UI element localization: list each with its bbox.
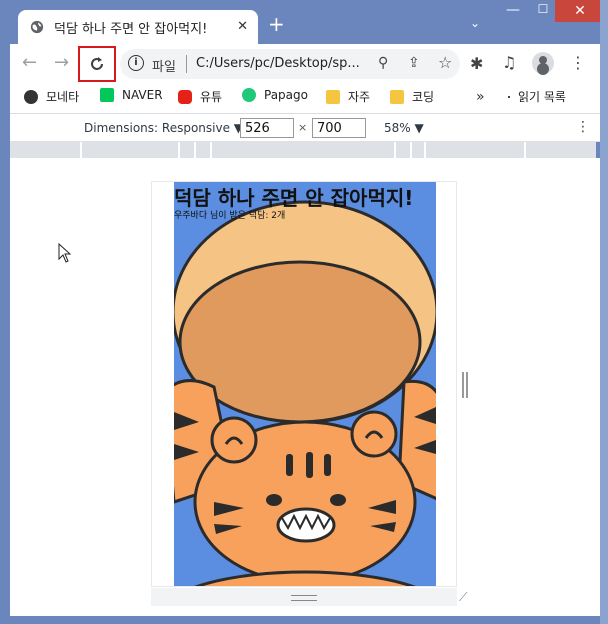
browser-window: 덕담 하나 주면 안 잡아먹지! ✕ + ⌄ — ☐ ✕ ← → i 파일 C:… <box>0 0 608 624</box>
tab-title: 덕담 하나 주면 안 잡아먹지! <box>54 21 208 37</box>
more-bookmarks-chevron-icon[interactable]: » <box>476 89 485 105</box>
page-title: 덕담 하나 주면 안 잡아먹지! <box>174 186 414 210</box>
viewport-height-input[interactable] <box>312 118 366 138</box>
device-toolbar-more-icon[interactable]: ⋮ <box>576 119 590 135</box>
zoom-select[interactable]: 58% ▼ <box>384 121 424 135</box>
resize-corner-icon[interactable]: ⟋ <box>459 590 467 605</box>
bookmark-item[interactable]: 유튜 <box>178 88 222 105</box>
media-query-ruler[interactable] <box>10 142 596 158</box>
times-sign: × <box>298 121 308 134</box>
title-bar: 덕담 하나 주면 안 잡아먹지! ✕ + ⌄ — ☐ ✕ <box>0 0 608 44</box>
bookmark-item[interactable]: NAVER <box>100 88 163 102</box>
back-arrow-icon[interactable]: ← <box>22 52 37 73</box>
omnibox-divider <box>186 55 187 73</box>
globe-icon <box>24 89 38 104</box>
folder-icon <box>390 89 404 104</box>
viewport-width-input[interactable] <box>240 118 294 138</box>
resize-handle-right[interactable] <box>462 372 468 398</box>
tiger-poster[interactable]: 덕담 하나 주면 안 잡아먹지! 우주바다 님이 받은 덕담: 2개 <box>174 182 436 586</box>
media-control-icon[interactable]: ♫ <box>502 53 516 72</box>
browser-tab[interactable]: 덕담 하나 주면 안 잡아먹지! ✕ <box>18 10 258 44</box>
tab-search-chevron-down-icon[interactable]: ⌄ <box>470 16 480 30</box>
device-toolbar: Dimensions: Responsive ▼ × 58% ▼ ⋮ <box>10 114 600 142</box>
browser-toolbar: ← → i 파일 C:/Users/pc/Desktop/sp... ⚲ ⇪ ☆… <box>10 44 600 84</box>
maximize-button[interactable]: ☐ <box>528 2 558 22</box>
tab-close-icon[interactable]: ✕ <box>237 19 248 34</box>
forward-arrow-icon[interactable]: → <box>54 52 69 73</box>
reading-list-icon <box>508 95 510 98</box>
bookmark-folder[interactable]: 코딩 <box>390 88 434 105</box>
bookmark-item[interactable]: 모네타 <box>24 88 79 105</box>
profile-avatar-icon[interactable] <box>532 52 554 74</box>
window-close-button[interactable]: ✕ <box>555 0 605 22</box>
device-frame: 덕담 하나 주면 안 잡아먹지! 우주바다 님이 받은 덕담: 2개 <box>151 181 457 587</box>
bookmarks-bar: 모네타 NAVER 유튜 Papago 자주 코딩 » 읽기 목록 <box>10 84 600 114</box>
zoom-icon[interactable]: ⚲ <box>378 55 388 71</box>
bookmark-star-icon[interactable]: ☆ <box>438 53 452 72</box>
page-subtitle: 우주바다 님이 받은 덕담: 2개 <box>174 211 286 221</box>
url-text[interactable]: C:/Users/pc/Desktop/sp... <box>196 56 360 71</box>
reload-button[interactable] <box>78 46 116 82</box>
youtube-icon <box>178 89 192 104</box>
tiger-illustration <box>174 200 436 586</box>
kebab-menu-icon[interactable]: ⋮ <box>570 53 586 72</box>
mouse-cursor-icon <box>58 243 72 263</box>
address-bar[interactable]: i 파일 C:/Users/pc/Desktop/sp... ⚲ ⇪ ☆ <box>120 49 460 79</box>
window-edge <box>600 0 608 624</box>
share-icon[interactable]: ⇪ <box>408 55 420 71</box>
resize-handle-bottom[interactable] <box>151 588 457 606</box>
minimize-button[interactable]: — <box>498 2 528 22</box>
extensions-puzzle-icon[interactable]: ✱ <box>470 54 483 73</box>
new-tab-button[interactable]: + <box>268 14 285 34</box>
bookmark-item[interactable]: Papago <box>242 88 308 102</box>
site-info-icon[interactable]: i <box>128 55 144 71</box>
reload-icon <box>91 57 103 70</box>
folder-icon <box>326 89 340 104</box>
bookmark-folder[interactable]: 자주 <box>326 88 370 105</box>
naver-icon <box>100 88 114 102</box>
papago-icon <box>242 88 256 102</box>
reading-list-button[interactable]: 읽기 목록 <box>508 88 566 105</box>
url-scheme-label: 파일 <box>152 60 176 75</box>
globe-icon <box>30 20 44 34</box>
dimensions-select[interactable]: Dimensions: Responsive ▼ <box>84 121 243 135</box>
